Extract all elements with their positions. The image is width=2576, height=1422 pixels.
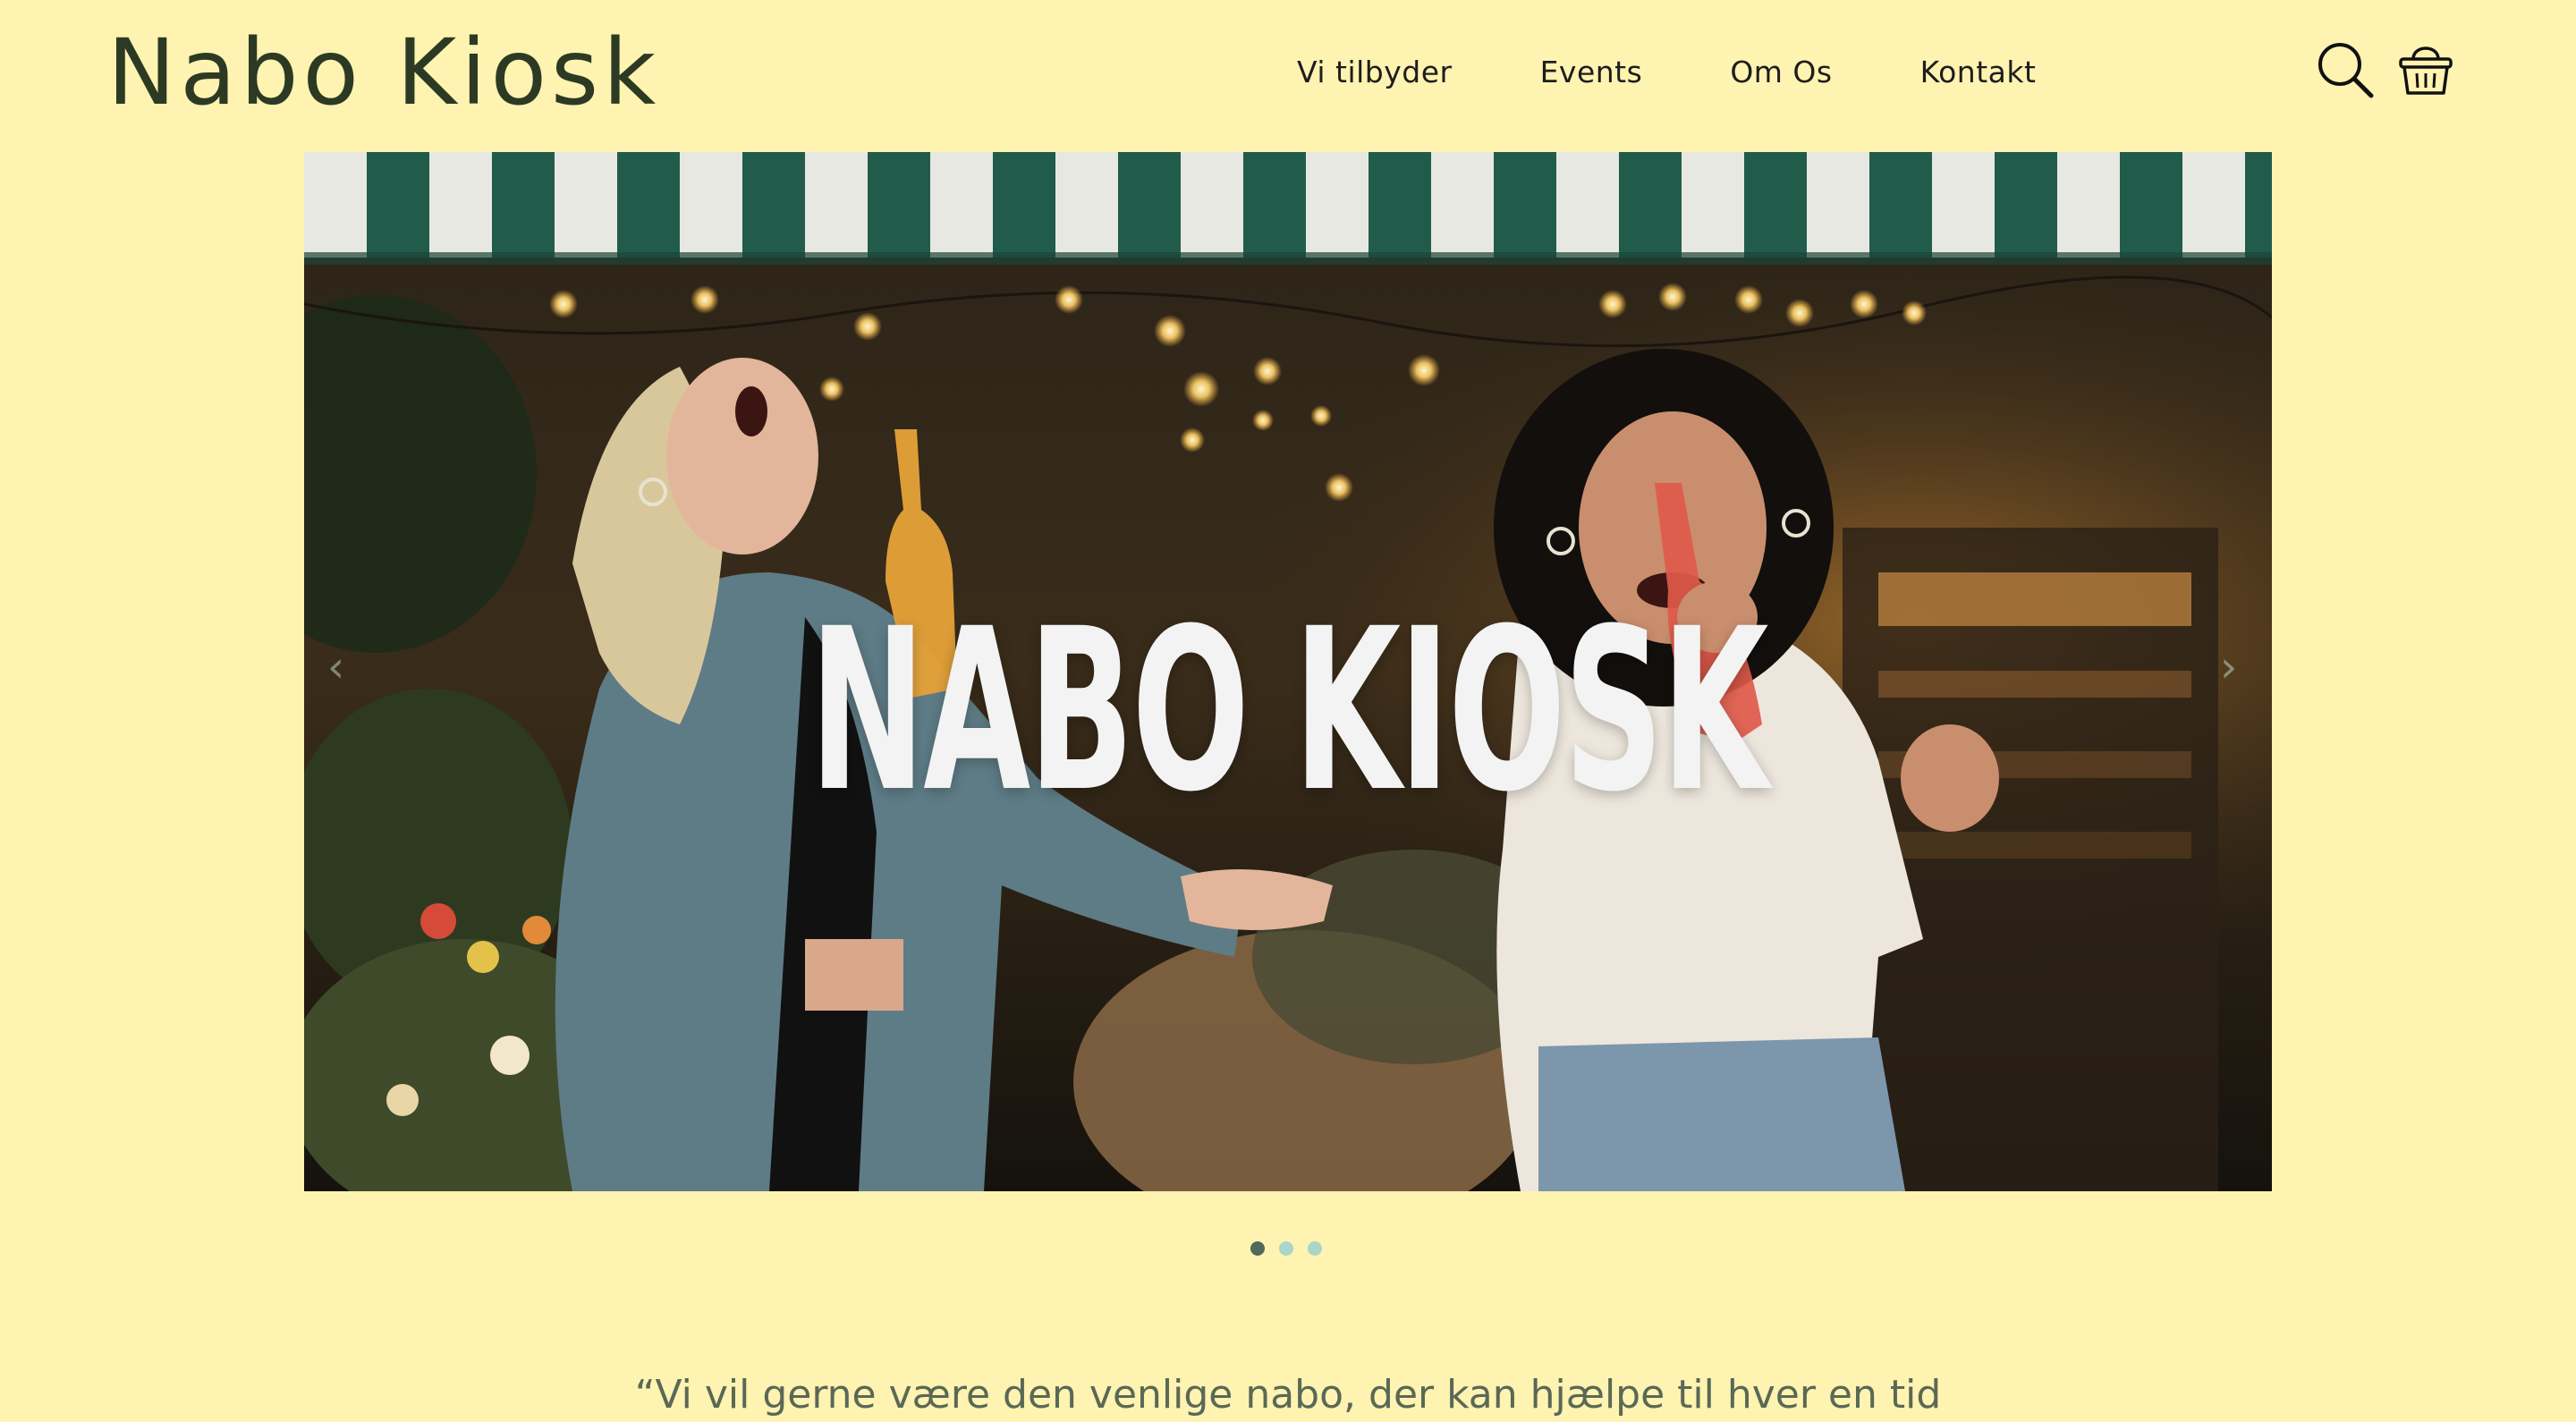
main-nav: Vi tilbyder Events Om Os Kontakt <box>1297 47 2036 97</box>
nav-item-kontakt[interactable]: Kontakt <box>1920 55 2037 89</box>
carousel-dot-2[interactable] <box>1279 1241 1293 1256</box>
intro-quote: “Vi vil gerne være den venlige nabo, der… <box>634 1372 1942 1418</box>
carousel-prev-arrow[interactable]: ‹ <box>327 646 344 689</box>
carousel-next-arrow[interactable]: › <box>2220 646 2237 689</box>
hero-carousel[interactable]: NABO KIOSK <box>304 152 2272 1191</box>
site-logo[interactable]: Nabo Kiosk <box>107 20 660 127</box>
search-button[interactable] <box>2315 39 2376 100</box>
cart-button[interactable] <box>2395 38 2456 98</box>
nav-item-om-os[interactable]: Om Os <box>1730 55 1832 89</box>
hero-title: NABO KIOSK <box>809 580 1769 841</box>
nav-item-vi-tilbyder[interactable]: Vi tilbyder <box>1297 55 1453 89</box>
search-icon <box>2318 43 2374 98</box>
carousel-dot-1[interactable] <box>1250 1241 1265 1256</box>
nav-item-events[interactable]: Events <box>1540 55 1643 89</box>
carousel-pagination <box>1250 1241 1336 1256</box>
site-header: Nabo Kiosk Vi tilbyder Events Om Os Kont… <box>0 0 2576 152</box>
basket-icon <box>2399 47 2453 95</box>
carousel-dot-3[interactable] <box>1308 1241 1322 1256</box>
